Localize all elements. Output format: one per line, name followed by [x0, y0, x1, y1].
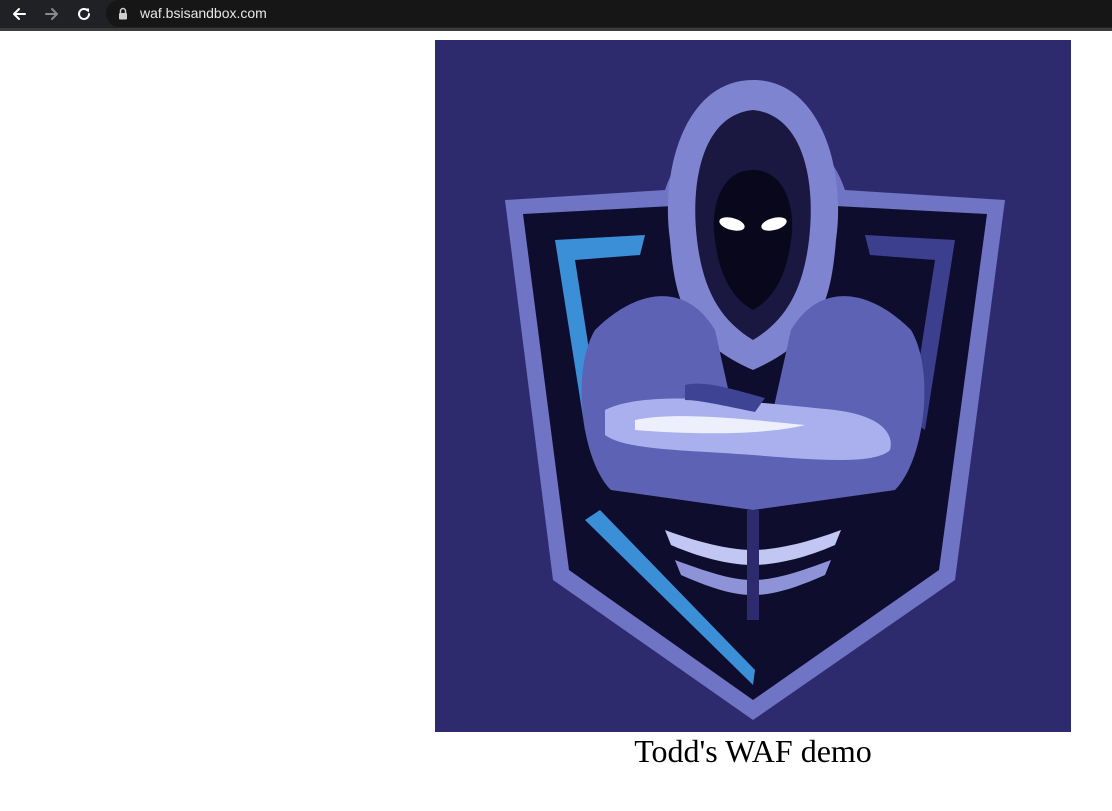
hooded-figure-logo-image: [435, 40, 1071, 732]
reload-icon[interactable]: [73, 3, 95, 25]
back-arrow-icon[interactable]: [8, 3, 30, 25]
forward-arrow-icon[interactable]: [41, 3, 63, 25]
page-caption: Todd's WAF demo: [634, 733, 872, 769]
browser-toolbar: waf.bsisandbox.com: [0, 0, 1112, 31]
lock-icon[interactable]: [118, 7, 128, 25]
page-content: Todd's WAF demo: [0, 31, 1112, 811]
url-text[interactable]: waf.bsisandbox.com: [140, 5, 267, 21]
